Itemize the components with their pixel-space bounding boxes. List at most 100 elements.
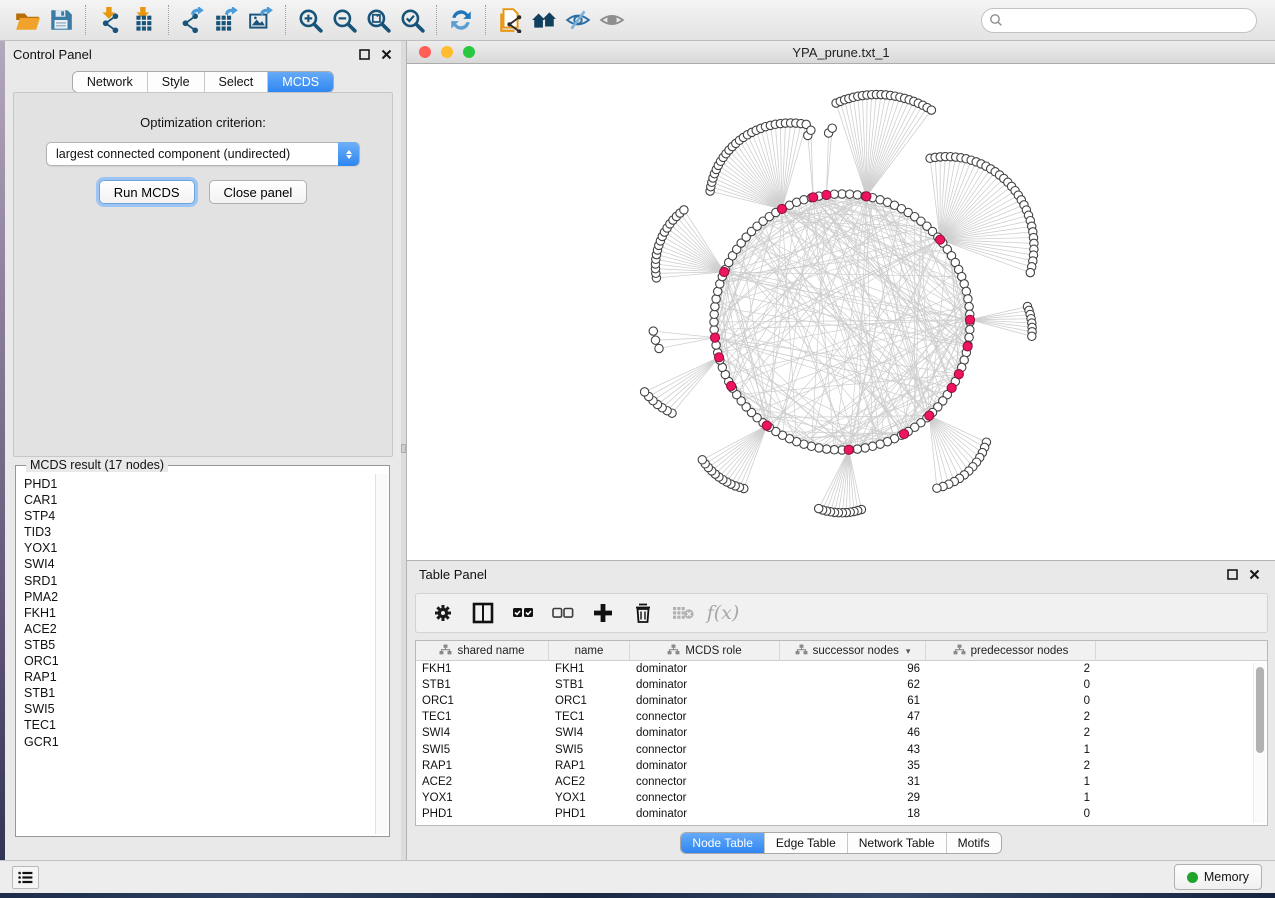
graph-ring-nodes[interactable] (640, 90, 1038, 517)
close-table-panel-icon[interactable] (1247, 567, 1261, 581)
mcds-result-item[interactable]: CAR1 (24, 492, 375, 508)
deselect-all-button[interactable] (548, 598, 578, 628)
mcds-result-scrollbar[interactable] (375, 474, 388, 834)
table-row[interactable]: ORC1ORC1dominator610 (416, 693, 1267, 709)
table-row[interactable]: SWI4SWI4dominator462 (416, 725, 1267, 741)
mcds-result-list[interactable]: PHD1CAR1STP4TID3YOX1SWI4SRD1PMA2FKH1ACE2… (17, 474, 375, 834)
export-network-button[interactable] (176, 4, 210, 36)
zoom-fit-button[interactable] (361, 4, 395, 36)
close-panel-button[interactable]: Close panel (209, 180, 308, 204)
table-row[interactable]: SWI5SWI5connector431 (416, 741, 1267, 757)
mcds-result-item[interactable]: ACE2 (24, 621, 375, 637)
float-panel-icon[interactable] (357, 47, 371, 61)
mcds-result-item[interactable]: SRD1 (24, 573, 375, 589)
delete-table-icon (672, 602, 694, 624)
table-toolbar: f(x) (415, 593, 1268, 633)
column-header-predecessors[interactable]: predecessor nodes (926, 641, 1096, 661)
mcds-result-item[interactable]: TID3 (24, 524, 375, 540)
table-panel: Table Panel f(x) shared namenameMCDS rol… (406, 560, 1275, 860)
cell-shared_name: PHD1 (416, 808, 549, 820)
search-icon (989, 13, 1003, 30)
import-table-button[interactable] (127, 4, 161, 36)
tab-mcds[interactable]: MCDS (267, 72, 333, 92)
column-header-name[interactable]: name (549, 641, 630, 661)
mcds-result-item[interactable]: PMA2 (24, 589, 375, 605)
hide-button[interactable] (561, 4, 595, 36)
select-all-button[interactable] (508, 598, 538, 628)
optimization-select-value: largest connected component (undirected) (56, 147, 290, 161)
tab-edge-table[interactable]: Edge Table (764, 833, 847, 853)
close-panel-icon[interactable] (379, 47, 393, 61)
mcds-result-item[interactable]: STB1 (24, 685, 375, 701)
mcds-result-item[interactable]: YOX1 (24, 540, 375, 556)
mcds-result-item[interactable]: SWI5 (24, 701, 375, 717)
memory-button[interactable]: Memory (1174, 864, 1262, 890)
export-table-button[interactable] (210, 4, 244, 36)
cell-role: connector (630, 792, 780, 804)
save-session-icon (48, 7, 74, 33)
clone-network-button[interactable] (493, 4, 527, 36)
zoom-fit-icon (365, 7, 391, 33)
table-row[interactable]: RAP1RAP1dominator352 (416, 758, 1267, 774)
float-table-panel-icon[interactable] (1225, 567, 1239, 581)
run-mcds-button[interactable]: Run MCDS (99, 180, 195, 204)
toolbar-separator (485, 5, 486, 35)
mcds-result-item[interactable]: FKH1 (24, 605, 375, 621)
cell-name: ACE2 (549, 776, 630, 788)
cell-predecessors: 0 (926, 695, 1096, 707)
table-row[interactable]: TEC1TEC1connector472 (416, 709, 1267, 725)
tab-style[interactable]: Style (147, 72, 204, 92)
houses-button[interactable] (527, 4, 561, 36)
table-row[interactable]: FKH1FKH1dominator962 (416, 661, 1267, 677)
columns-button[interactable] (468, 598, 498, 628)
mcds-result-item[interactable]: ORC1 (24, 653, 375, 669)
table-row[interactable]: PHD1PHD1dominator180 (416, 806, 1267, 822)
table-row[interactable]: ACE2ACE2connector311 (416, 774, 1267, 790)
network-graph-canvas[interactable] (407, 64, 1275, 559)
refresh-button[interactable] (444, 4, 478, 36)
control-panel: Control Panel NetworkStyleSelectMCDS Opt… (5, 41, 401, 860)
zoom-out-button[interactable] (327, 4, 361, 36)
tab-network-table[interactable]: Network Table (847, 833, 946, 853)
gear-button[interactable] (428, 598, 458, 628)
column-header-shared_name[interactable]: shared name (416, 641, 549, 661)
cell-name: PHD1 (549, 808, 630, 820)
zoom-selected-button[interactable] (395, 4, 429, 36)
zoom-in-button[interactable] (293, 4, 327, 36)
tab-network[interactable]: Network (73, 72, 147, 92)
gear-icon (432, 602, 454, 624)
column-header-role[interactable]: MCDS role (630, 641, 780, 661)
table-row[interactable]: YOX1YOX1connector291 (416, 790, 1267, 806)
mcds-result-title: MCDS result (17 nodes) (26, 458, 168, 472)
optimization-select[interactable]: largest connected component (undirected) (46, 142, 360, 166)
mcds-result-item[interactable]: SWI4 (24, 556, 375, 572)
add-button[interactable] (588, 598, 618, 628)
search-input[interactable] (981, 8, 1257, 33)
import-network-button[interactable] (93, 4, 127, 36)
mcds-result-item[interactable]: PHD1 (24, 476, 375, 492)
open-file-button[interactable] (10, 4, 44, 36)
cell-predecessors: 0 (926, 679, 1096, 691)
mcds-result-item[interactable]: RAP1 (24, 669, 375, 685)
tab-select[interactable]: Select (204, 72, 268, 92)
table-row[interactable]: STB1STB1dominator620 (416, 677, 1267, 693)
export-image-button[interactable] (244, 4, 278, 36)
show-button[interactable] (595, 4, 629, 36)
mcds-result-item[interactable]: GCR1 (24, 734, 375, 750)
table-scrollbar[interactable] (1253, 663, 1265, 823)
mcds-result-item[interactable]: STB5 (24, 637, 375, 653)
cell-name: ORC1 (549, 695, 630, 707)
network-window-titlebar[interactable]: YPA_prune.txt_1 (407, 41, 1275, 64)
cell-successors: 61 (780, 695, 926, 707)
delete-button[interactable] (628, 598, 658, 628)
cell-successors: 43 (780, 744, 926, 756)
tab-motifs[interactable]: Motifs (946, 833, 1001, 853)
table-scrollbar-thumb[interactable] (1256, 667, 1264, 753)
mcds-result-item[interactable]: TEC1 (24, 717, 375, 733)
task-history-button[interactable] (12, 866, 39, 889)
save-session-button[interactable] (44, 4, 78, 36)
mcds-result-item[interactable]: STP4 (24, 508, 375, 524)
tab-node-table[interactable]: Node Table (681, 833, 764, 853)
attribute-tree-icon (439, 644, 452, 658)
column-header-successors[interactable]: successor nodes▾ (780, 641, 926, 661)
